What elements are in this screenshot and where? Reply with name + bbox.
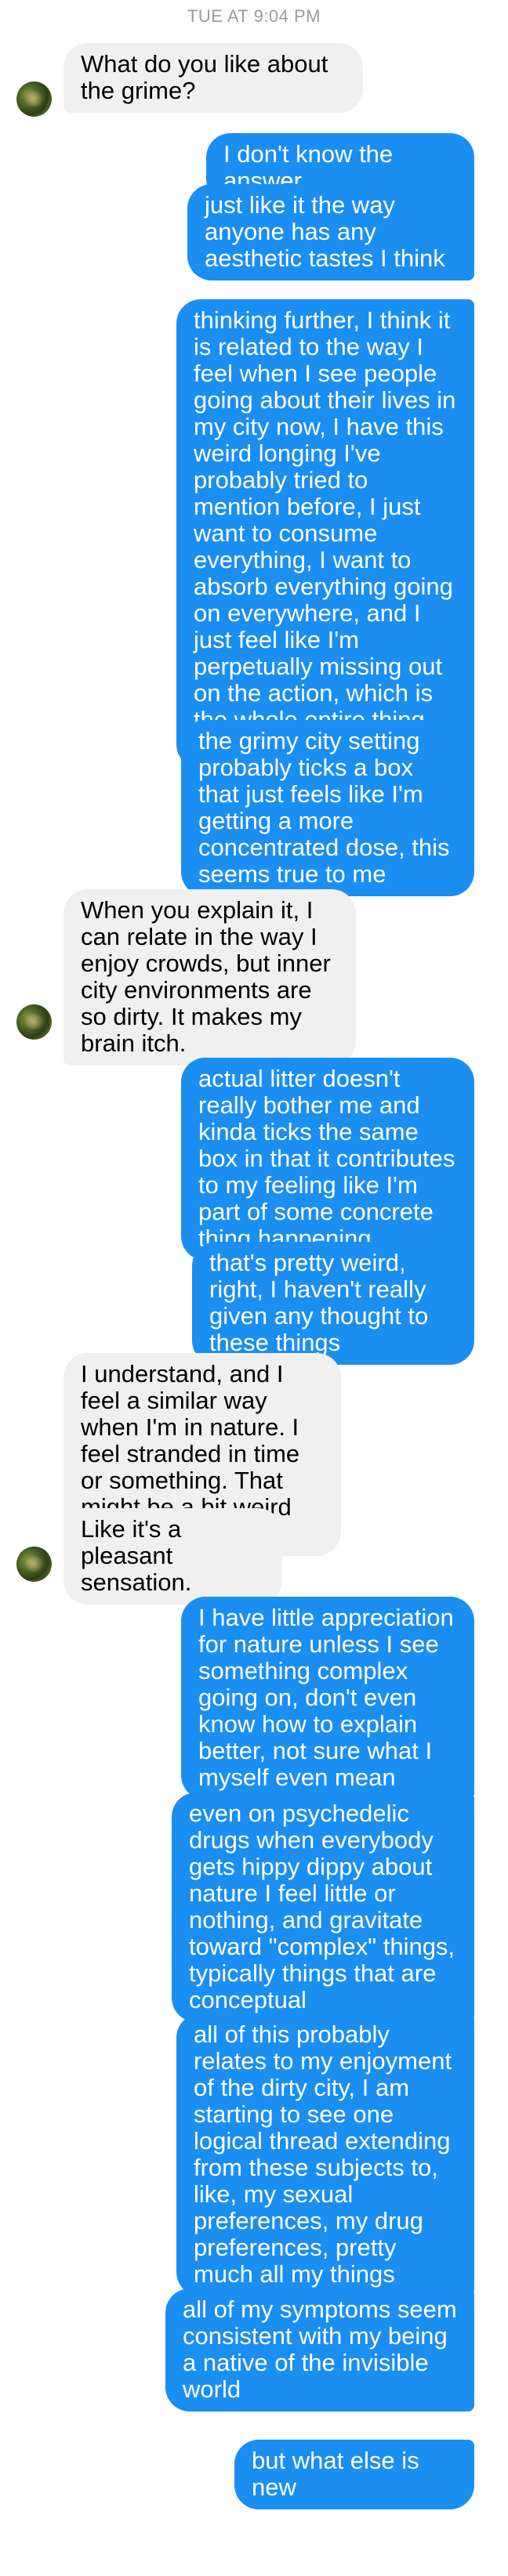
message-bubble-outgoing[interactable]: just like it the way anyone has any aest… — [187, 184, 474, 280]
conversation-timestamp: TUE AT 9:04 PM — [187, 6, 321, 26]
message-bubble-outgoing[interactable]: thinking further, I think it is related … — [176, 299, 474, 769]
message-bubble-outgoing[interactable]: but what else is new — [234, 2440, 474, 2509]
message-bubble-outgoing[interactable]: all of my symptoms seem consistent with … — [165, 2288, 474, 2411]
message-bubble-outgoing[interactable]: actual litter doesn't really bother me a… — [181, 1058, 474, 1261]
message-bubble-outgoing[interactable]: the grimy city setting probably ticks a … — [181, 720, 474, 896]
contact-avatar[interactable] — [16, 81, 52, 117]
message-bubble-outgoing[interactable]: even on psychedelic drugs when everybody… — [172, 1793, 474, 2022]
message-bubble-outgoing[interactable]: all of this probably relates to my enjoy… — [176, 2013, 474, 2296]
contact-avatar[interactable] — [16, 1547, 52, 1582]
message-bubble-outgoing[interactable]: that's pretty weird, right, I haven't re… — [192, 1242, 474, 1365]
contact-avatar[interactable] — [16, 1004, 52, 1040]
message-bubble-incoming[interactable]: Like it's a pleasant sensation. — [64, 1508, 282, 1605]
message-bubble-incoming[interactable]: When you explain it, I can relate in the… — [64, 889, 356, 1065]
message-bubble-outgoing[interactable]: I have little appreciation for nature un… — [181, 1597, 474, 1800]
message-bubble-incoming[interactable]: What do you like about the grime? — [64, 43, 363, 113]
